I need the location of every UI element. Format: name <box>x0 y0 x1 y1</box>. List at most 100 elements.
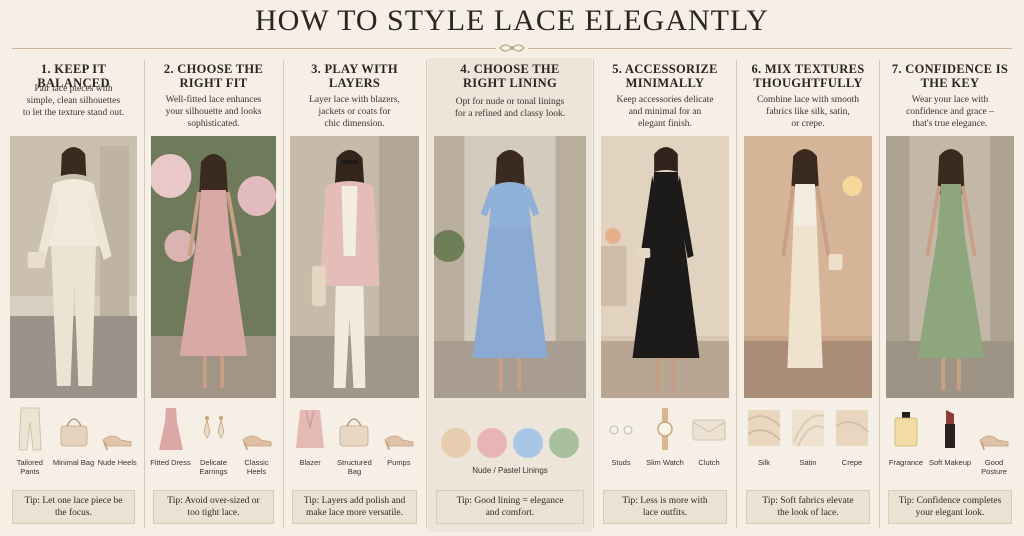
accessory-item: Minimal Bag <box>52 406 96 467</box>
section-mix-textures: 6. MIX TEXTURES THOUGHTFULLY Combine lac… <box>738 58 878 532</box>
section-heading: 7. CONFIDENCE IS THE KEY <box>891 62 1009 90</box>
accessory-row: Blazer Structured Bag Pumps <box>288 406 421 486</box>
tip-box: Tip: Soft fabrics elevate the look of la… <box>746 490 870 524</box>
accessory-label: Tailored Pants <box>16 458 43 476</box>
section-heading: 5. ACCESSORIZE MINIMALLY <box>612 62 718 90</box>
column-divider <box>426 60 427 528</box>
outfit-photo <box>10 136 137 398</box>
title-rule-right <box>528 48 1012 49</box>
accessory-label: Blazer <box>299 458 321 467</box>
accessory-item: Soft Makeup <box>928 406 972 467</box>
accessory-row: Fragrance Soft Makeup Good Posture <box>884 406 1016 486</box>
accessory-item: Studs <box>599 406 643 467</box>
section-description: Keep accessories delicate and minimal fo… <box>616 95 714 129</box>
outfit-photo <box>290 136 419 398</box>
section-accessorize-minimally: 5. ACCESSORIZE MINIMALLY Keep accessorie… <box>595 58 735 532</box>
pants-icon <box>18 407 42 451</box>
accessory-item: Satin <box>786 406 830 467</box>
tip-text: Tip: Soft fabrics elevate the look of la… <box>762 496 854 518</box>
section-play-with-layers: 3. PLAY WITH LAYERS Layer lace with blaz… <box>284 58 425 532</box>
accessory-label: Fitted Dress <box>150 458 191 467</box>
section-description: Opt for nude or tonal linings for a refi… <box>454 97 566 119</box>
accessory-row: Fitted Dress Delicate Earrings Classic H… <box>149 406 278 486</box>
blush-swatch <box>477 428 507 458</box>
tip-box: Tip: Less is more with lace outfits. <box>603 490 727 524</box>
clutch-icon <box>692 419 726 441</box>
heel-icon <box>102 435 132 451</box>
accessory-label: Slim Watch <box>646 458 684 467</box>
accessory-row: Tailored Pants Minimal Bag Nude Heels <box>8 406 139 486</box>
section-heading: 6. MIX TEXTURES THOUGHTFULLY <box>751 62 865 90</box>
accessory-item: Crepe <box>830 406 874 467</box>
accessory-item: Blazer <box>288 406 332 467</box>
accessory-label: Fragrance <box>888 458 924 467</box>
accessory-label: Good Posture <box>981 458 1007 476</box>
page-title: HOW TO STYLE LACE ELEGANTLY <box>255 4 769 37</box>
accessory-label: Minimal Bag <box>52 458 95 467</box>
satin-fabric-icon <box>792 410 825 447</box>
tip-text: Tip: Good lining = elegance and comfort. <box>456 496 564 518</box>
accessory-label: Soft Makeup <box>928 458 972 467</box>
tip-box: Tip: Good lining = elegance and comfort. <box>436 490 584 524</box>
accessory-item: Structured Bag <box>332 406 376 476</box>
handbag-icon <box>340 418 369 447</box>
crepe-fabric-icon <box>835 410 869 446</box>
outfit-photo <box>601 136 729 398</box>
accessory-item: Clutch <box>687 406 731 467</box>
section-keep-it-balanced: 1. KEEP IT BALANCED Pair lace pieces wit… <box>4 58 143 532</box>
accessory-label: Crepe <box>841 458 863 467</box>
section-description: Layer lace with blazers, jackets or coat… <box>309 95 400 129</box>
silk-fabric-icon <box>747 410 781 446</box>
accessory-label: Nude Heels <box>97 458 137 467</box>
tip-box: Tip: Confidence completes your elegant l… <box>888 490 1012 524</box>
accessory-row: Silk Satin Crepe <box>742 406 874 486</box>
accessory-item: Pumps <box>377 406 421 467</box>
section-choose-the-right-lining: 4. CHOOSE THE RIGHT LINING Opt for nude … <box>428 58 592 532</box>
accessory-label: Classic Heels <box>244 458 269 476</box>
section-heading: 3. PLAY WITH LAYERS <box>311 62 398 90</box>
handbag-icon <box>60 418 87 447</box>
accessory-item: Tailored Pants <box>8 406 52 476</box>
tip-text: Tip: Let one lace piece be the focus. <box>24 496 123 518</box>
outfit-photo <box>886 136 1014 398</box>
accessory-item: Silk <box>742 406 786 467</box>
section-heading: 4. CHOOSE THE RIGHT LINING <box>460 62 560 90</box>
accessory-item: Good Posture <box>972 406 1016 476</box>
outfit-photo <box>744 136 872 398</box>
section-description: Combine lace with smooth fabrics like si… <box>756 95 860 129</box>
outfit-photo <box>151 136 276 398</box>
section-description: Wear your lace with confidence and grace… <box>906 95 994 129</box>
heel-icon <box>242 435 271 451</box>
accessory-item: Slim Watch <box>643 406 687 467</box>
section-description: Pair lace pieces with simple, clean silh… <box>22 84 125 118</box>
tip-box: Tip: Avoid over-sized or too tight lace. <box>153 490 274 524</box>
accessory-item: Classic Heels <box>235 406 278 476</box>
tip-text: Tip: Less is more with lace outfits. <box>622 496 708 518</box>
lining-swatches <box>428 428 592 458</box>
outfit-photo <box>434 136 586 398</box>
column-divider <box>593 60 594 528</box>
studs-icon <box>609 425 633 435</box>
section-heading: 2. CHOOSE THE RIGHT FIT <box>163 62 264 90</box>
ornament-icon <box>499 44 525 52</box>
accessory-label: Delicate Earrings <box>199 458 228 476</box>
column-divider <box>736 60 737 528</box>
tip-text: Tip: Confidence completes your elegant l… <box>898 496 1002 518</box>
perfume-icon <box>894 412 918 447</box>
nude-swatch <box>441 428 471 458</box>
title-rule-left <box>12 48 496 49</box>
tip-box: Tip: Layers add polish and make lace mor… <box>292 490 417 524</box>
accessory-item: Delicate Earrings <box>192 406 235 476</box>
tip-box: Tip: Let one lace piece be the focus. <box>12 490 135 524</box>
section-choose-the-right-fit: 2. CHOOSE THE RIGHT FIT Well-fitted lace… <box>145 58 282 532</box>
accessory-item: Nude Heels <box>95 406 139 467</box>
tip-text: Tip: Layers add polish and make lace mor… <box>303 496 406 518</box>
swatch-label: Nude / Pastel Linings <box>472 466 548 475</box>
lipstick-icon <box>945 410 955 448</box>
accessory-row: Studs Slim Watch Clutch <box>599 406 731 486</box>
accessory-label: Satin <box>799 458 817 467</box>
heel-icon <box>384 435 414 451</box>
sage-swatch <box>549 428 579 458</box>
tip-text: Tip: Avoid over-sized or too tight lace. <box>167 496 260 518</box>
section-confidence: 7. CONFIDENCE IS THE KEY Wear your lace … <box>880 58 1020 532</box>
